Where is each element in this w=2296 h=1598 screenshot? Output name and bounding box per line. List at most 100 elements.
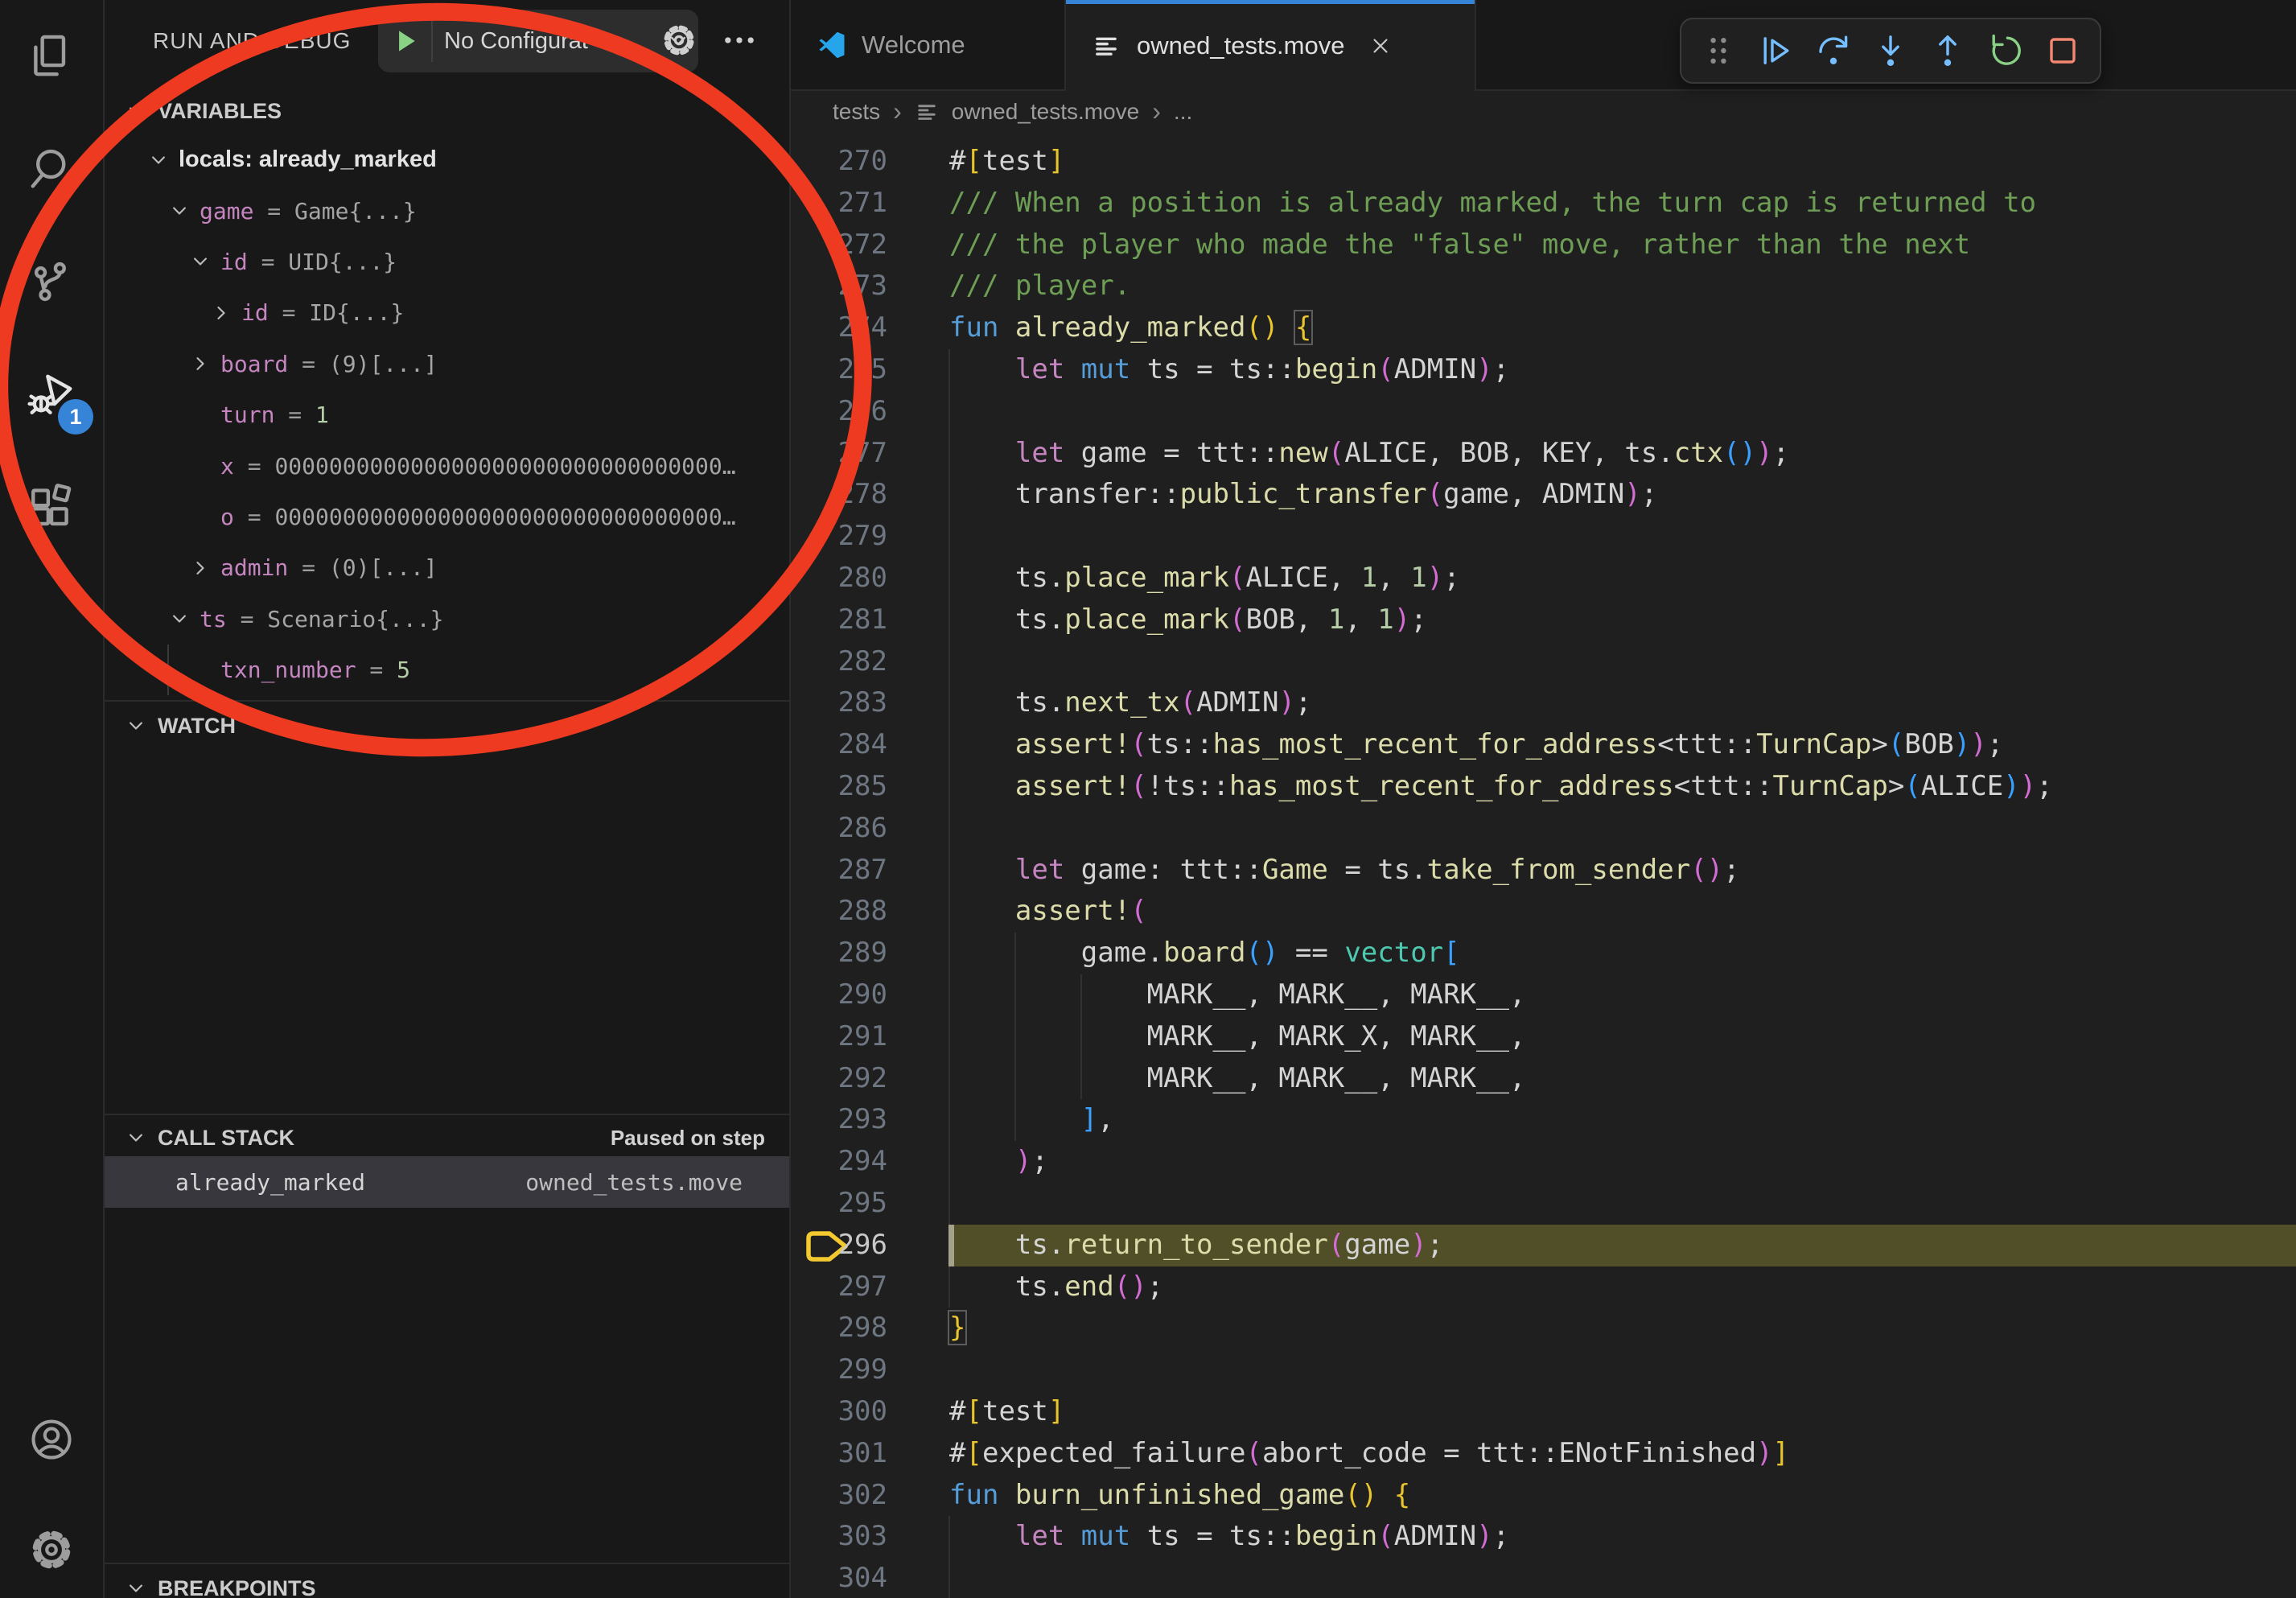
code-line-301[interactable]: 301 #[expected_failure(abort_code = ttt::… bbox=[791, 1433, 2296, 1475]
code-text[interactable]: ts.return_to_sender(game); bbox=[949, 1225, 1443, 1266]
code-text[interactable]: #[expected_failure(abort_code = ttt::ENo… bbox=[949, 1433, 1789, 1475]
code-line-276[interactable]: 276 bbox=[791, 391, 2296, 433]
code-line-282[interactable]: 282 bbox=[791, 641, 2296, 683]
scope-row[interactable]: locals: already_marked bbox=[105, 134, 789, 185]
breadcrumb-item[interactable]: ... bbox=[1174, 99, 1192, 125]
chevron-right-icon[interactable] bbox=[188, 352, 220, 376]
line-number[interactable]: 283 bbox=[791, 682, 887, 724]
variable-row-board[interactable]: board = (9)[...] bbox=[105, 339, 789, 389]
code-text[interactable]: ts.end(); bbox=[949, 1266, 1163, 1308]
code-text[interactable]: let game: ttt::Game = ts.take_from_sende… bbox=[949, 850, 1740, 892]
code-text[interactable]: fun already_marked() { bbox=[949, 307, 1311, 349]
line-number[interactable]: 290 bbox=[791, 974, 887, 1016]
close-icon[interactable] bbox=[1368, 34, 1393, 58]
code-line-299[interactable]: 299 bbox=[791, 1349, 2296, 1391]
line-number[interactable]: 297 bbox=[791, 1266, 887, 1308]
line-number[interactable]: 299 bbox=[791, 1349, 887, 1391]
code-line-278[interactable]: 278 transfer::public_transfer(game, ADMI… bbox=[791, 474, 2296, 516]
tab-welcome[interactable]: Welcome bbox=[791, 0, 1066, 89]
code-line-300[interactable]: 300 #[test] bbox=[791, 1391, 2296, 1433]
line-number[interactable]: 276 bbox=[791, 391, 887, 433]
variable-row-game[interactable]: game = Game{...} bbox=[105, 185, 789, 236]
launch-config-dropdown[interactable]: No Configurat bbox=[378, 10, 698, 72]
watch-section-header[interactable]: WATCH bbox=[124, 705, 765, 747]
code-text[interactable]: ts.place_mark(BOB, 1, 1); bbox=[949, 599, 1427, 641]
code-text[interactable]: ts.place_mark(ALICE, 1, 1); bbox=[949, 558, 1460, 599]
activity-item-explorer[interactable] bbox=[0, 0, 103, 113]
line-number[interactable]: 287 bbox=[791, 850, 887, 892]
line-number[interactable]: 289 bbox=[791, 933, 887, 974]
code-text[interactable]: MARK__, MARK__, MARK__, bbox=[949, 1058, 1525, 1100]
code-line-279[interactable]: 279 bbox=[791, 516, 2296, 558]
debug-step-over-button[interactable] bbox=[1814, 31, 1853, 70]
code-line-271[interactable]: 271/// When a position is already marked… bbox=[791, 183, 2296, 224]
line-number[interactable]: 295 bbox=[791, 1183, 887, 1225]
code-line-280[interactable]: 280 ts.place_mark(ALICE, 1, 1); bbox=[791, 558, 2296, 599]
code-line-289[interactable]: 289 game.board() == vector[ bbox=[791, 933, 2296, 974]
line-number[interactable]: 296 bbox=[791, 1225, 887, 1266]
code-text[interactable]: MARK__, MARK_X, MARK__, bbox=[949, 1016, 1525, 1058]
chevron-down-icon[interactable] bbox=[188, 249, 220, 274]
line-number[interactable]: 279 bbox=[791, 516, 887, 558]
call-stack-section-header[interactable]: CALL STACK Paused on step bbox=[124, 1117, 765, 1159]
activity-item-run-and-debug[interactable]: 1 bbox=[0, 338, 103, 451]
variable-row-txn_number[interactable]: txn_number = 5 bbox=[105, 645, 789, 695]
line-number[interactable]: 304 bbox=[791, 1558, 887, 1598]
code-line-285[interactable]: 285 assert!(!ts::has_most_recent_for_add… bbox=[791, 766, 2296, 808]
code-text[interactable]: #[test] bbox=[949, 1391, 1064, 1433]
code-text[interactable]: assert!(!ts::has_most_recent_for_address… bbox=[949, 766, 2053, 808]
line-number[interactable]: 288 bbox=[791, 891, 887, 933]
code-line-277[interactable]: 277 let game = ttt::new(ALICE, BOB, KEY,… bbox=[791, 433, 2296, 475]
code-line-273[interactable]: 273/// player. bbox=[791, 266, 2296, 307]
line-number[interactable]: 286 bbox=[791, 808, 887, 850]
code-line-283[interactable]: 283 ts.next_tx(ADMIN); bbox=[791, 682, 2296, 724]
code-line-272[interactable]: 272/// the player who made the "false" m… bbox=[791, 224, 2296, 266]
code-line-270[interactable]: 270#[test] bbox=[791, 141, 2296, 183]
chevron-down-icon[interactable] bbox=[167, 607, 200, 631]
line-number[interactable]: 300 bbox=[791, 1391, 887, 1433]
start-debug-button[interactable] bbox=[378, 23, 431, 60]
stack-frame-row[interactable]: already_markedowned_tests.move bbox=[105, 1156, 789, 1208]
code-line-302[interactable]: 302fun burn_unfinished_game() { bbox=[791, 1475, 2296, 1517]
code-line-292[interactable]: 292 MARK__, MARK__, MARK__, bbox=[791, 1058, 2296, 1100]
variable-row-o[interactable]: o = 000000000000000000000000000000000… bbox=[105, 492, 789, 542]
code-line-304[interactable]: 304 bbox=[791, 1558, 2296, 1598]
line-number[interactable]: 273 bbox=[791, 266, 887, 307]
code-line-296[interactable]: 296 ts.return_to_sender(game); bbox=[791, 1225, 2296, 1266]
line-number[interactable]: 282 bbox=[791, 641, 887, 683]
line-number[interactable]: 284 bbox=[791, 724, 887, 766]
code-line-284[interactable]: 284 assert!(ts::has_most_recent_for_addr… bbox=[791, 724, 2296, 766]
code-text[interactable]: transfer::public_transfer(game, ADMIN); bbox=[949, 474, 1657, 516]
code-text[interactable]: /// When a position is already marked, t… bbox=[949, 183, 2036, 224]
variable-row-id[interactable]: id = UID{...} bbox=[105, 237, 789, 287]
debug-step-into-button[interactable] bbox=[1871, 31, 1910, 70]
line-number[interactable]: 302 bbox=[791, 1475, 887, 1517]
variable-row-admin[interactable]: admin = (0)[...] bbox=[105, 542, 789, 593]
editor-code[interactable]: 270#[test]271/// When a position is alre… bbox=[791, 132, 2296, 1598]
line-number[interactable]: 278 bbox=[791, 474, 887, 516]
code-text[interactable]: ], bbox=[949, 1099, 1114, 1141]
debug-restart-button[interactable] bbox=[1986, 31, 2025, 70]
line-number[interactable]: 281 bbox=[791, 599, 887, 641]
code-line-290[interactable]: 290 MARK__, MARK__, MARK__, bbox=[791, 974, 2296, 1016]
line-number[interactable]: 301 bbox=[791, 1433, 887, 1475]
code-text[interactable]: } bbox=[949, 1308, 965, 1349]
line-number[interactable]: 272 bbox=[791, 224, 887, 266]
code-line-297[interactable]: 297 ts.end(); bbox=[791, 1266, 2296, 1308]
activity-item-settings[interactable] bbox=[0, 1496, 103, 1598]
breakpoints-section-header[interactable]: BREAKPOINTS bbox=[124, 1567, 765, 1598]
code-line-291[interactable]: 291 MARK__, MARK_X, MARK__, bbox=[791, 1016, 2296, 1058]
code-line-288[interactable]: 288 assert!( bbox=[791, 891, 2296, 933]
code-line-298[interactable]: 298} bbox=[791, 1308, 2296, 1349]
code-line-294[interactable]: 294 ); bbox=[791, 1141, 2296, 1183]
chevron-right-icon[interactable] bbox=[209, 301, 241, 325]
variables-section-header[interactable]: VARIABLES bbox=[124, 90, 765, 132]
line-number[interactable]: 275 bbox=[791, 349, 887, 391]
activity-item-extensions[interactable] bbox=[0, 451, 103, 563]
code-text[interactable]: MARK__, MARK__, MARK__, bbox=[949, 974, 1525, 1016]
debug-step-out-button[interactable] bbox=[1928, 31, 1967, 70]
debug-drag-handle-button[interactable] bbox=[1699, 31, 1738, 70]
code-text[interactable]: game.board() == vector[ bbox=[949, 933, 1460, 974]
chevron-right-icon[interactable] bbox=[188, 556, 220, 580]
code-text[interactable]: ); bbox=[949, 1141, 1048, 1183]
